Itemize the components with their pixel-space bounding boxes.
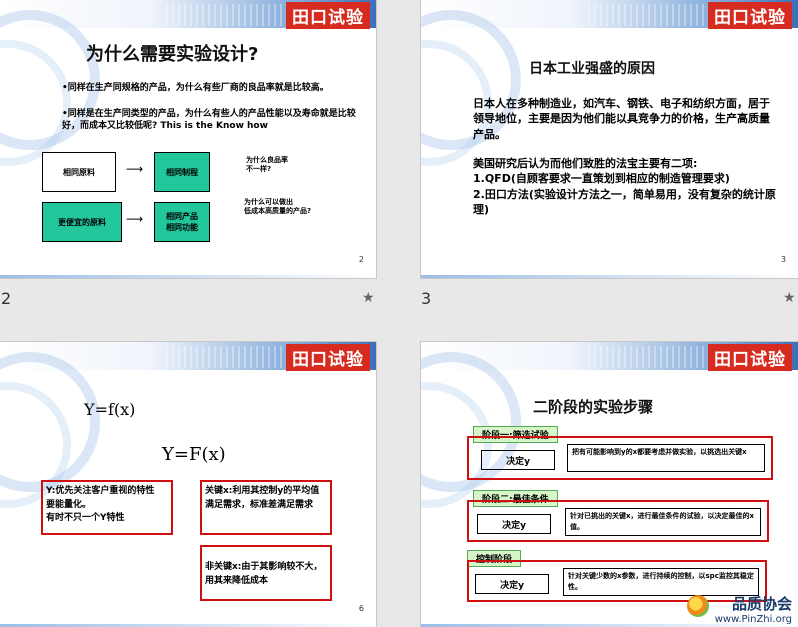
box-nonkey-x: 非关键x:由于其影响较不大，用其来降低成本 xyxy=(200,545,332,601)
brand-logo: 田口试验 xyxy=(286,344,370,371)
brand-logo: 田口试验 xyxy=(708,344,792,371)
paragraph-2: 美国研究后认为而他们致胜的法宝主要有二项: 1.QFD(自顾客要求一直策划到相应… xyxy=(473,156,783,218)
star-icon[interactable]: ★ xyxy=(783,290,796,306)
slide-number-label-3: 3 xyxy=(421,289,432,308)
question-2-line1: 为什么可以做出 xyxy=(244,198,293,206)
question-2-line2: 低成本高质量的产品? xyxy=(244,207,312,216)
box-same-product: 相同产品 相同功能 xyxy=(154,202,210,242)
question-1: 为什么良品率 不一样? xyxy=(246,156,288,174)
paragraph-1: 日本人在多种制造业，如汽车、钢铁、电子和纺织方面，居于领导地位，主要是因为他们能… xyxy=(473,97,770,141)
brand-logo: 田口试验 xyxy=(708,2,792,29)
slide-thumbnail-7[interactable]: 田口试验 二阶段的实验步骤 阶段一:筛选试验 决定y 把有可能影响到y的x都要考… xyxy=(421,342,798,627)
box-same-product-line2: 相同功能 xyxy=(166,223,198,232)
paragraph-2-line2: 1.QFD(自顾客要求一直策划到相应的制造管理要求) xyxy=(473,172,730,186)
box-y-line1: Y:优先关注客户重视的特性 xyxy=(46,486,155,496)
bullet-2: •同样是在生产同类型的产品，为什么有些人的产品性能以及寿命就是比较好，而成本又比… xyxy=(62,109,356,132)
box-same-material: 相同原料 xyxy=(42,152,116,192)
box-y-line3: 有时不只一个Y特性 xyxy=(46,513,125,523)
watermark: 品质协会 www.PinZhi.org xyxy=(686,593,792,625)
box-same-process: 相同制程 xyxy=(154,152,210,192)
slide-thumbnail-6[interactable]: 田口试验 Y=f(x) Y=F(x) Y:优先关注客户重视的特性 要能量化。 有… xyxy=(0,342,376,627)
stage-2-decide-y: 决定y xyxy=(477,514,551,534)
slide-title: 二阶段的实验步骤 xyxy=(533,398,654,416)
stage-3-description: 针对关键少数的x参数，进行持续的控制，以spc监控其稳定性。 xyxy=(563,568,759,596)
paragraph-2-line1: 美国研究后认为而他们致胜的法宝主要有二项: xyxy=(473,157,698,170)
watermark-name: 品质协会 xyxy=(731,595,792,613)
box-y-line2: 要能量化。 xyxy=(46,499,92,510)
bullet-1: •同样在生产同规格的产品，为什么有些厂商的良品率就是比较高。 xyxy=(62,83,329,93)
stage-1-decide-y: 决定y xyxy=(481,450,555,470)
slide-thumbnail-2[interactable]: 田口试验 为什么需要实验设计? •同样在生产同规格的产品，为什么有些厂商的良品率… xyxy=(0,0,376,278)
page-number: 3 xyxy=(780,255,786,264)
equation-lower: Y=f(x) xyxy=(84,400,136,419)
box-cheaper-material: 更便宜的原料 xyxy=(42,202,122,242)
page-number: 2 xyxy=(358,255,364,264)
stage-3-decide-y: 决定y xyxy=(475,574,549,594)
paragraph-2-line3: 2.田口方法(实验设计方法之一，简单易用，没有复杂的统计原理) xyxy=(473,187,776,217)
brand-logo: 田口试验 xyxy=(286,2,370,29)
watermark-logo-icon xyxy=(686,595,709,617)
slide-thumbnail-3[interactable]: 田口试验 日本工业强盛的原因 日本人在多种制造业，如汽车、钢铁、电子和纺织方面，… xyxy=(421,0,798,278)
box-same-product-line1: 相同产品 xyxy=(166,212,198,221)
stage-2-description: 针对已挑出的关键x，进行最佳条件的试验，以决定最佳的x值。 xyxy=(565,508,761,536)
question-2: 为什么可以做出 低成本高质量的产品? xyxy=(244,198,311,216)
question-1-line1: 为什么良品率 xyxy=(246,156,288,164)
slide-title: 为什么需要实验设计? xyxy=(86,44,259,65)
slide-number-label-2: 2 xyxy=(1,289,12,308)
question-1-line2: 不一样? xyxy=(246,165,272,174)
arrow-2: ⟶ xyxy=(126,212,144,226)
page-number: 6 xyxy=(358,604,364,613)
stage-1-description: 把有可能影响到y的x都要考虑并做实验，以挑选出关键x xyxy=(567,444,765,472)
equation-upper: Y=F(x) xyxy=(162,444,226,465)
star-icon[interactable]: ★ xyxy=(362,290,375,306)
box-key-x: 关键x:利用其控制y的平均值满足需求，标准差满足需求 xyxy=(200,480,332,535)
box-y-priority: Y:优先关注客户重视的特性 要能量化。 有时不只一个Y特性 xyxy=(41,480,173,535)
slide-title: 日本工业强盛的原因 xyxy=(529,61,655,77)
arrow-1: ⟶ xyxy=(126,162,144,176)
